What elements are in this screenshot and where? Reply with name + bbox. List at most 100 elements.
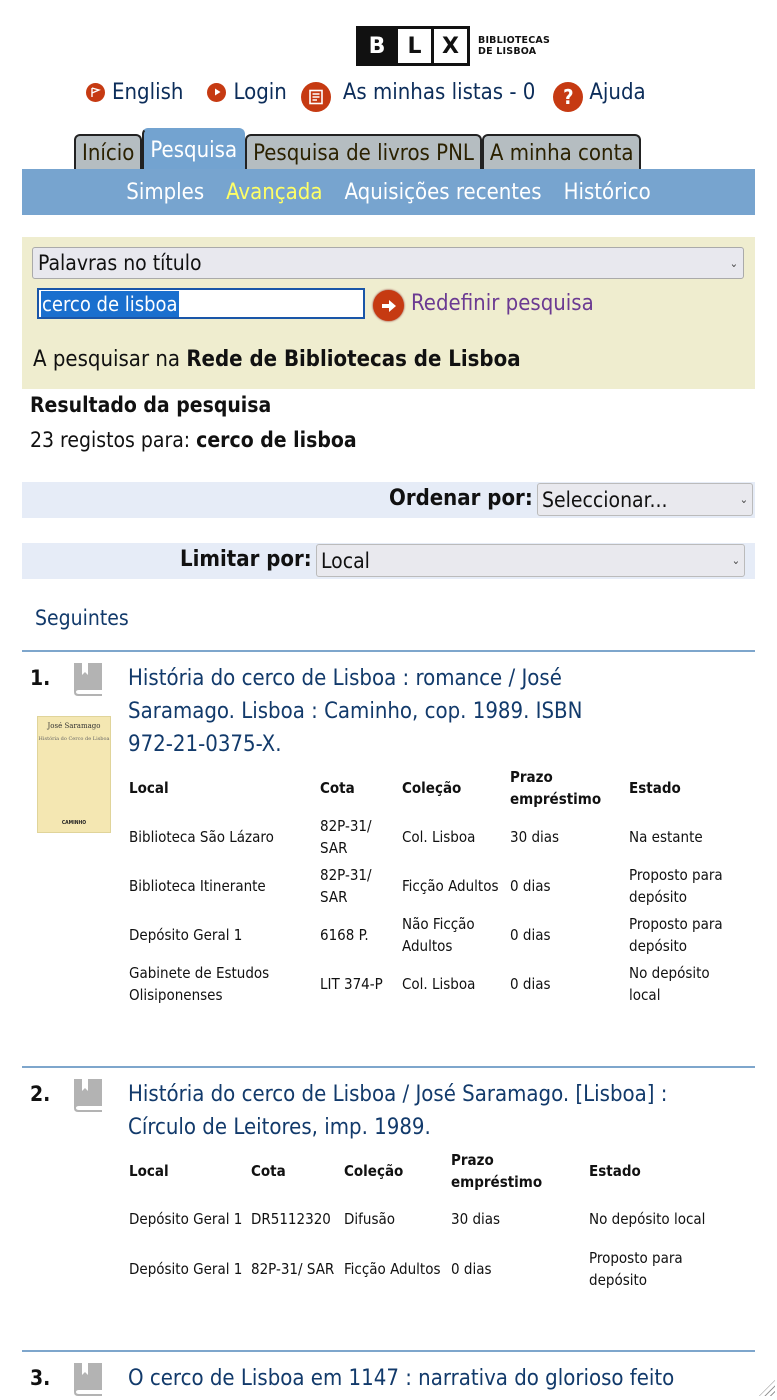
tab-minha-conta[interactable]: A minha conta [481, 134, 642, 170]
record-separator [22, 650, 755, 652]
english-link[interactable]: English [86, 80, 183, 105]
cell-prazo: 0 dias [510, 876, 551, 895]
tab-pesquisa[interactable]: Pesquisa [142, 128, 246, 170]
arrow-right-icon [381, 299, 396, 312]
help-link[interactable]: ? Ajuda [553, 72, 646, 112]
record-separator [22, 1066, 755, 1068]
next-page-link[interactable]: Seguintes [35, 606, 129, 630]
sort-select-value: Seleccionar... [542, 487, 668, 512]
holdings-row: Depósito Geral 1 DR5112320 Difusão 30 di… [127, 1194, 727, 1244]
record-title-link[interactable]: História do cerco de Lisboa / José Saram… [128, 1078, 748, 1144]
top-links: English Login As minhas listas - 0 ? Aju… [86, 72, 726, 112]
record-title-line: História do cerco de Lisboa / José Saram… [128, 1082, 668, 1107]
book-cover-thumbnail[interactable]: José Saramago História do Cerco de Lisbo… [37, 716, 111, 833]
help-link-label: Ajuda [589, 79, 646, 105]
cell-estado: Proposto para depósito [629, 865, 723, 906]
results-count-text: registos para: [54, 428, 197, 452]
results-count-number: 23 [30, 428, 55, 452]
subnav-avancada[interactable]: Avançada [226, 180, 322, 205]
main-tabs: Início Pesquisa Pesquisa de livros PNL A… [74, 128, 642, 170]
logo-text-line1: BIBLIOTECAS [478, 35, 551, 46]
resize-handle[interactable] [759, 1380, 775, 1396]
holdings-header-row: Local Cota Coleção Prazo empréstimo Esta… [127, 1148, 727, 1194]
subnav-historico[interactable]: Histórico [564, 180, 651, 205]
record-title-link[interactable]: O cerco de Lisboa em 1147 : narrativa do… [128, 1362, 748, 1395]
flag-icon [86, 82, 105, 102]
holdings-row: Biblioteca Itinerante 82P-31/ SAR Ficção… [127, 861, 747, 910]
results-count: 23 registos para: cerco de lisboa [30, 428, 357, 452]
limit-select-value: Local [321, 548, 370, 573]
col-header-local: Local [129, 1162, 169, 1180]
book-icon [73, 1078, 103, 1116]
holdings-table: Local Cota Coleção Prazo empréstimo Esta… [127, 764, 747, 1008]
play-icon [207, 82, 227, 102]
col-header-cota: Cota [320, 779, 355, 797]
blx-logo[interactable]: B L X BIBLIOTECAS DE LISBOA [356, 26, 550, 66]
cell-colecao: Ficção Adultos [344, 1260, 441, 1278]
search-input-value: cerco de lisboa [41, 290, 179, 317]
search-field-value: Palavras no título [38, 251, 202, 275]
cover-title: História do Cerco de Lisboa [38, 736, 110, 742]
cell-cota: LIT 374-P [320, 974, 383, 993]
cell-estado: Proposto para depósito [629, 914, 723, 955]
search-subnav: Simples Avançada Aquisições recentes His… [22, 169, 755, 215]
reset-search-link[interactable]: Redefinir pesquisa [411, 291, 594, 316]
record-title-line: Círculo de Leitores, imp. 1989. [128, 1115, 431, 1140]
cell-prazo: 0 dias [451, 1260, 492, 1278]
col-header-prazo: Prazo empréstimo [451, 1151, 543, 1191]
holdings-row: Depósito Geral 1 82P-31/ SAR Ficção Adul… [127, 1244, 727, 1294]
cover-publisher: CAMINHO [61, 820, 87, 826]
logo-letter-l: L [395, 29, 431, 63]
search-field-select[interactable]: Palavras no título ⌄ [32, 247, 744, 279]
tab-label: Pesquisa [150, 137, 238, 163]
cell-prazo: 0 dias [510, 974, 551, 993]
cell-cota: 82P-31/ SAR [251, 1260, 335, 1278]
col-header-cota: Cota [251, 1162, 286, 1180]
cell-local: Depósito Geral 1 [129, 925, 243, 944]
cell-cota: DR5112320 [251, 1210, 331, 1228]
logo-text: BIBLIOTECAS DE LISBOA [478, 35, 550, 57]
record-separator [22, 1350, 755, 1352]
search-panel: Palavras no título ⌄ cerco de lisboa Red… [22, 237, 755, 389]
tab-inicio[interactable]: Início [74, 134, 143, 170]
chevron-down-icon: ⌄ [729, 256, 738, 270]
my-lists-label: As minhas listas - 0 [342, 79, 536, 105]
cell-local: Depósito Geral 1 [129, 1210, 243, 1228]
cell-local: Depósito Geral 1 [129, 1260, 243, 1278]
sort-select[interactable]: Seleccionar... ⌄ [537, 483, 753, 516]
results-query: cerco de lisboa [196, 428, 357, 452]
scope-name: Rede de Bibliotecas de Lisboa [186, 347, 521, 372]
search-scope: A pesquisar na Rede de Bibliotecas de Li… [33, 347, 521, 372]
cell-colecao: Difusão [344, 1210, 395, 1228]
subnav-simples[interactable]: Simples [126, 180, 204, 205]
cell-cota: 6168 P. [320, 925, 369, 944]
login-link[interactable]: Login [207, 79, 287, 105]
search-input[interactable]: cerco de lisboa [37, 288, 365, 319]
cell-colecao: Col. Lisboa [402, 974, 476, 993]
limit-select[interactable]: Local ⌄ [316, 544, 745, 577]
tab-pesquisa-pnl[interactable]: Pesquisa de livros PNL [245, 134, 482, 170]
holdings-table: Local Cota Coleção Prazo empréstimo Esta… [127, 1148, 727, 1294]
cell-local: Gabinete de Estudos Olisiponenses [129, 963, 270, 1004]
logo-letter-b: B [359, 29, 395, 63]
logo-letter-x: X [431, 29, 467, 63]
cell-estado: Na estante [629, 827, 703, 846]
col-header-local: Local [129, 779, 169, 797]
english-link-label: English [112, 79, 184, 105]
cover-author: José Saramago [47, 722, 101, 730]
tab-label: A minha conta [489, 140, 634, 166]
record-number: 2. [30, 1082, 51, 1106]
limit-label: Limitar por: [180, 547, 312, 572]
cell-cota: 82P-31/ SAR [320, 865, 372, 906]
scope-prefix: A pesquisar na [33, 347, 187, 372]
search-go-button[interactable] [373, 290, 404, 321]
sort-label: Ordenar por: [389, 486, 533, 511]
record-title-link[interactable]: História do cerco de Lisboa : romance / … [128, 662, 728, 761]
tab-label: Pesquisa de livros PNL [253, 140, 474, 166]
subnav-aquisicoes[interactable]: Aquisições recentes [345, 180, 542, 205]
login-link-label: Login [233, 79, 287, 105]
logo-mark: B L X [356, 26, 470, 66]
col-header-estado: Estado [589, 1162, 641, 1180]
cell-colecao: Ficção Adultos [402, 876, 499, 895]
my-lists-link[interactable]: As minhas listas - 0 [300, 72, 536, 112]
